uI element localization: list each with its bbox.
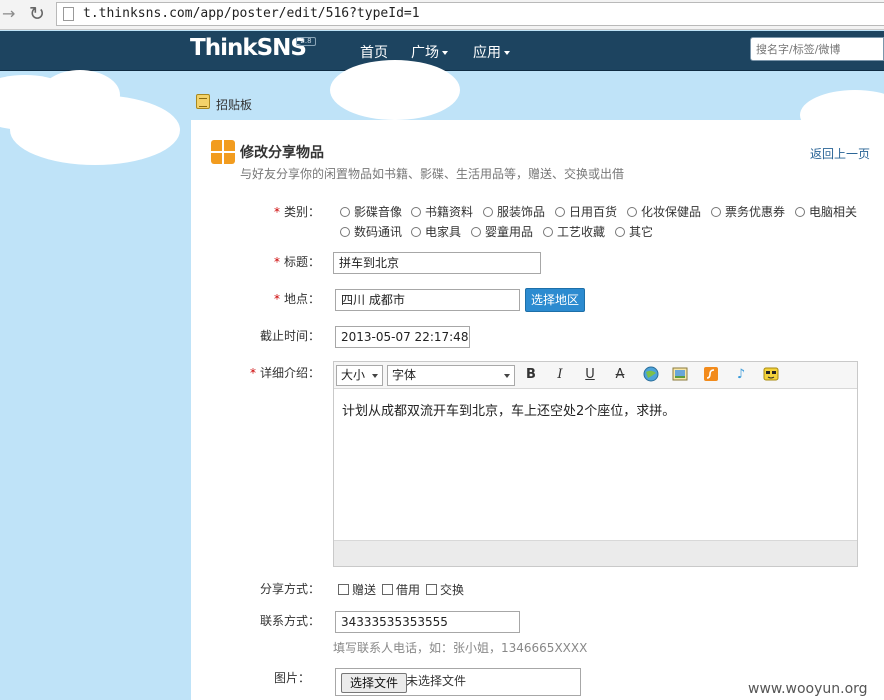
contact-label: 联系方式： [259,614,320,628]
page-icon [63,7,74,21]
font-family-select[interactable]: 字体 [387,365,515,386]
category-option[interactable]: 婴童用品 [471,223,533,240]
page-title: 修改分享物品 [240,145,324,161]
watermark: www.wooyun.org [748,681,868,697]
search-input[interactable] [751,38,883,60]
bold-icon[interactable]: B [522,366,540,384]
underline-icon[interactable]: U [581,366,599,384]
radio-icon [483,207,493,217]
reload-icon[interactable]: ↻ [26,2,48,26]
radio-icon [711,207,721,217]
required-mark: * [273,205,280,219]
required-mark: * [249,366,256,380]
site-header: ThinkSNS 2.8 首页 广场 应用 [0,31,884,71]
checkbox-icon [426,584,437,595]
category-option[interactable]: 影碟音像 [340,203,402,220]
image-label: 图片： [273,671,310,685]
emoticon-icon[interactable] [762,366,780,384]
nav-home[interactable]: 首页 [360,42,388,62]
strikethrough-icon[interactable]: A [611,366,629,384]
chevron-down-icon [442,51,448,55]
description-label: * 详细介绍： [249,366,320,380]
radio-icon [615,227,625,237]
deadline-input[interactable]: 2013-05-07 22:17:48 [335,326,470,348]
nav-apps[interactable]: 应用 [473,42,510,62]
share-method-label: 分享方式： [259,582,320,596]
category-option[interactable]: 化妆保健品 [627,203,701,220]
location-input[interactable]: 四川 成都市 [335,289,520,311]
radio-icon [795,207,805,217]
back-arrow-icon[interactable]: → [2,4,16,24]
title-input[interactable]: 拼车到北京 [333,252,541,274]
category-option[interactable]: 书籍资料 [411,203,473,220]
font-size-select[interactable]: 大小 [336,365,383,386]
required-mark: * [273,255,280,269]
share-option-gift[interactable]: 赠送 [338,581,376,598]
cloud-decoration [330,60,460,120]
gift-icon [211,140,235,164]
editor-resize-bar[interactable] [334,540,857,566]
nav-square[interactable]: 广场 [411,42,448,62]
share-option-lend[interactable]: 借用 [382,581,420,598]
editor-content[interactable]: 计划从成都双流开车到北京，车上还空处2个座位，求拼。 [342,400,675,419]
editor-toolbar: 大小 字体 B I U A ♪ [334,362,857,389]
chevron-down-icon [504,374,510,378]
page-subtitle: 与好友分享你的闲置物品如书籍、影碟、生活用品等，赠送、交换或出借 [240,167,625,181]
category-option[interactable]: 电家具 [411,223,461,240]
site-logo[interactable]: ThinkSNS [190,35,307,61]
cloud-decoration [40,70,120,120]
file-upload-field: 选择文件 未选择文件 [335,668,581,696]
music-icon[interactable]: ♪ [732,366,750,384]
category-option[interactable]: 服装饰品 [483,203,545,220]
choose-file-button[interactable]: 选择文件 [341,673,407,693]
logo-version-badge: 2.8 [296,37,316,46]
breadcrumb[interactable]: 招贴板 [216,96,252,113]
contact-hint: 填写联系人电话，如：张小姐，1346665XXXX [333,641,588,655]
checkbox-icon [338,584,349,595]
notice-board-icon [196,94,210,109]
rich-text-editor: 大小 字体 B I U A ♪ 计划从成都双流开车到北京，车上还空处2个座位，求… [333,361,858,567]
select-region-button[interactable]: 选择地区 [525,288,585,312]
category-option[interactable]: 电脑相关 [795,203,857,220]
radio-icon [411,207,421,217]
category-option[interactable]: 工艺收藏 [543,223,605,240]
flash-icon[interactable] [702,366,720,384]
category-option[interactable]: 数码通讯 [340,223,402,240]
link-globe-icon[interactable] [642,366,660,384]
radio-icon [471,227,481,237]
radio-icon [555,207,565,217]
category-label: * 类别： [273,205,320,219]
chevron-down-icon [504,51,510,55]
title-label: * 标题： [273,255,320,269]
radio-icon [411,227,421,237]
chevron-down-icon [372,374,378,378]
checkbox-icon [382,584,393,595]
category-option[interactable]: 日用百货 [555,203,617,220]
radio-icon [340,207,350,217]
search-box[interactable] [750,37,884,61]
category-option[interactable]: 其它 [615,223,653,240]
location-label: * 地点： [273,292,320,306]
url-text: t.thinksns.com/app/poster/edit/516?typeI… [83,6,420,21]
image-icon[interactable] [671,366,689,384]
radio-icon [340,227,350,237]
file-status: 未选择文件 [406,674,467,688]
required-mark: * [273,292,280,306]
italic-icon[interactable]: I [551,366,569,384]
browser-toolbar: → ↻ t.thinksns.com/app/poster/edit/516?t… [0,0,884,30]
radio-icon [627,207,637,217]
category-option[interactable]: 票务优惠券 [711,203,785,220]
contact-input[interactable]: 34333535353555 [335,611,520,633]
address-bar[interactable]: t.thinksns.com/app/poster/edit/516?typeI… [56,2,884,26]
deadline-label: 截止时间： [259,329,320,343]
radio-icon [543,227,553,237]
back-link[interactable]: 返回上一页 [810,145,870,162]
share-option-exchange[interactable]: 交换 [426,581,464,598]
